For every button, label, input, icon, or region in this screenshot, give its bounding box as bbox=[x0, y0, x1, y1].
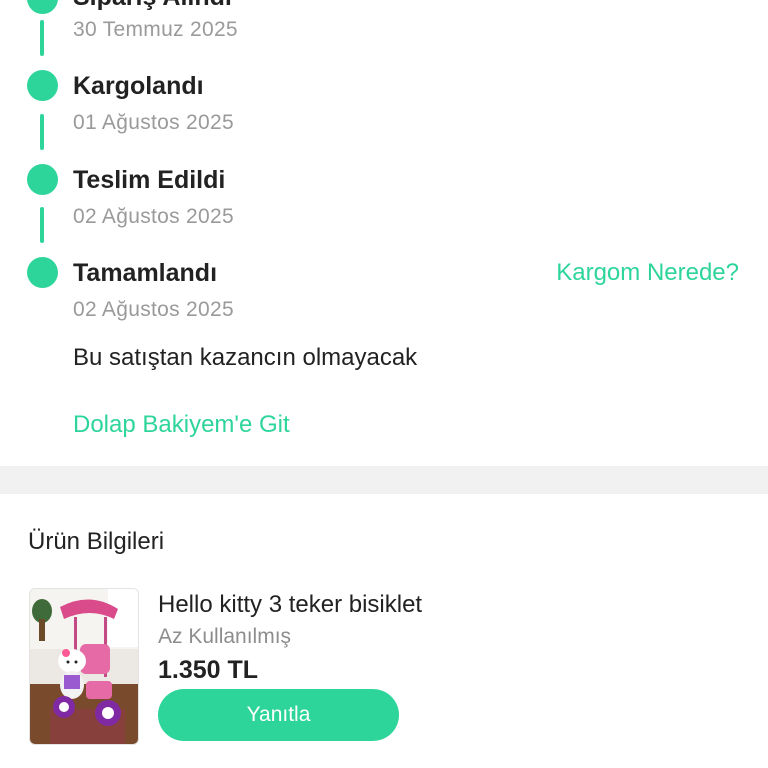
order-status-timeline: Sipariş Alındı 30 Temmuz 2025 Kargolandı… bbox=[0, 0, 768, 466]
status-dot-icon bbox=[27, 70, 58, 101]
product-name[interactable]: Hello kitty 3 teker bisiklet bbox=[158, 590, 422, 620]
status-step-title: Sipariş Alındı bbox=[73, 0, 232, 12]
product-thumbnail[interactable] bbox=[29, 588, 139, 745]
section-title: Ürün Bilgileri bbox=[28, 528, 165, 555]
product-photo-icon bbox=[30, 589, 138, 744]
reply-button[interactable]: Yanıtla bbox=[158, 689, 399, 741]
product-price: 1.350 TL bbox=[158, 656, 259, 684]
section-divider bbox=[0, 466, 768, 494]
status-step-date: 30 Temmuz 2025 bbox=[73, 18, 238, 41]
timeline-connector bbox=[40, 114, 44, 150]
status-dot-icon bbox=[27, 257, 58, 288]
status-step-date: 02 Ağustos 2025 bbox=[73, 298, 234, 321]
timeline-connector bbox=[40, 20, 44, 56]
status-dot-icon bbox=[27, 0, 58, 14]
track-shipment-link[interactable]: Kargom Nerede? bbox=[556, 258, 739, 288]
product-condition: Az Kullanılmış bbox=[158, 625, 292, 648]
earnings-note: Bu satıştan kazancın olmayacak bbox=[73, 344, 418, 371]
reply-button-label: Yanıtla bbox=[246, 703, 311, 726]
status-dot-icon bbox=[27, 164, 58, 195]
timeline-connector bbox=[40, 207, 44, 243]
go-to-balance-link[interactable]: Dolap Bakiyem'e Git bbox=[73, 410, 290, 440]
order-detail-page: Sipariş Alındı 30 Temmuz 2025 Kargolandı… bbox=[0, 0, 768, 768]
status-step-date: 01 Ağustos 2025 bbox=[73, 111, 234, 134]
status-step-title: Teslim Edildi bbox=[73, 166, 226, 194]
status-step-title: Kargolandı bbox=[73, 72, 204, 100]
status-step-date: 02 Ağustos 2025 bbox=[73, 205, 234, 228]
status-step-title: Tamamlandı bbox=[73, 259, 218, 287]
